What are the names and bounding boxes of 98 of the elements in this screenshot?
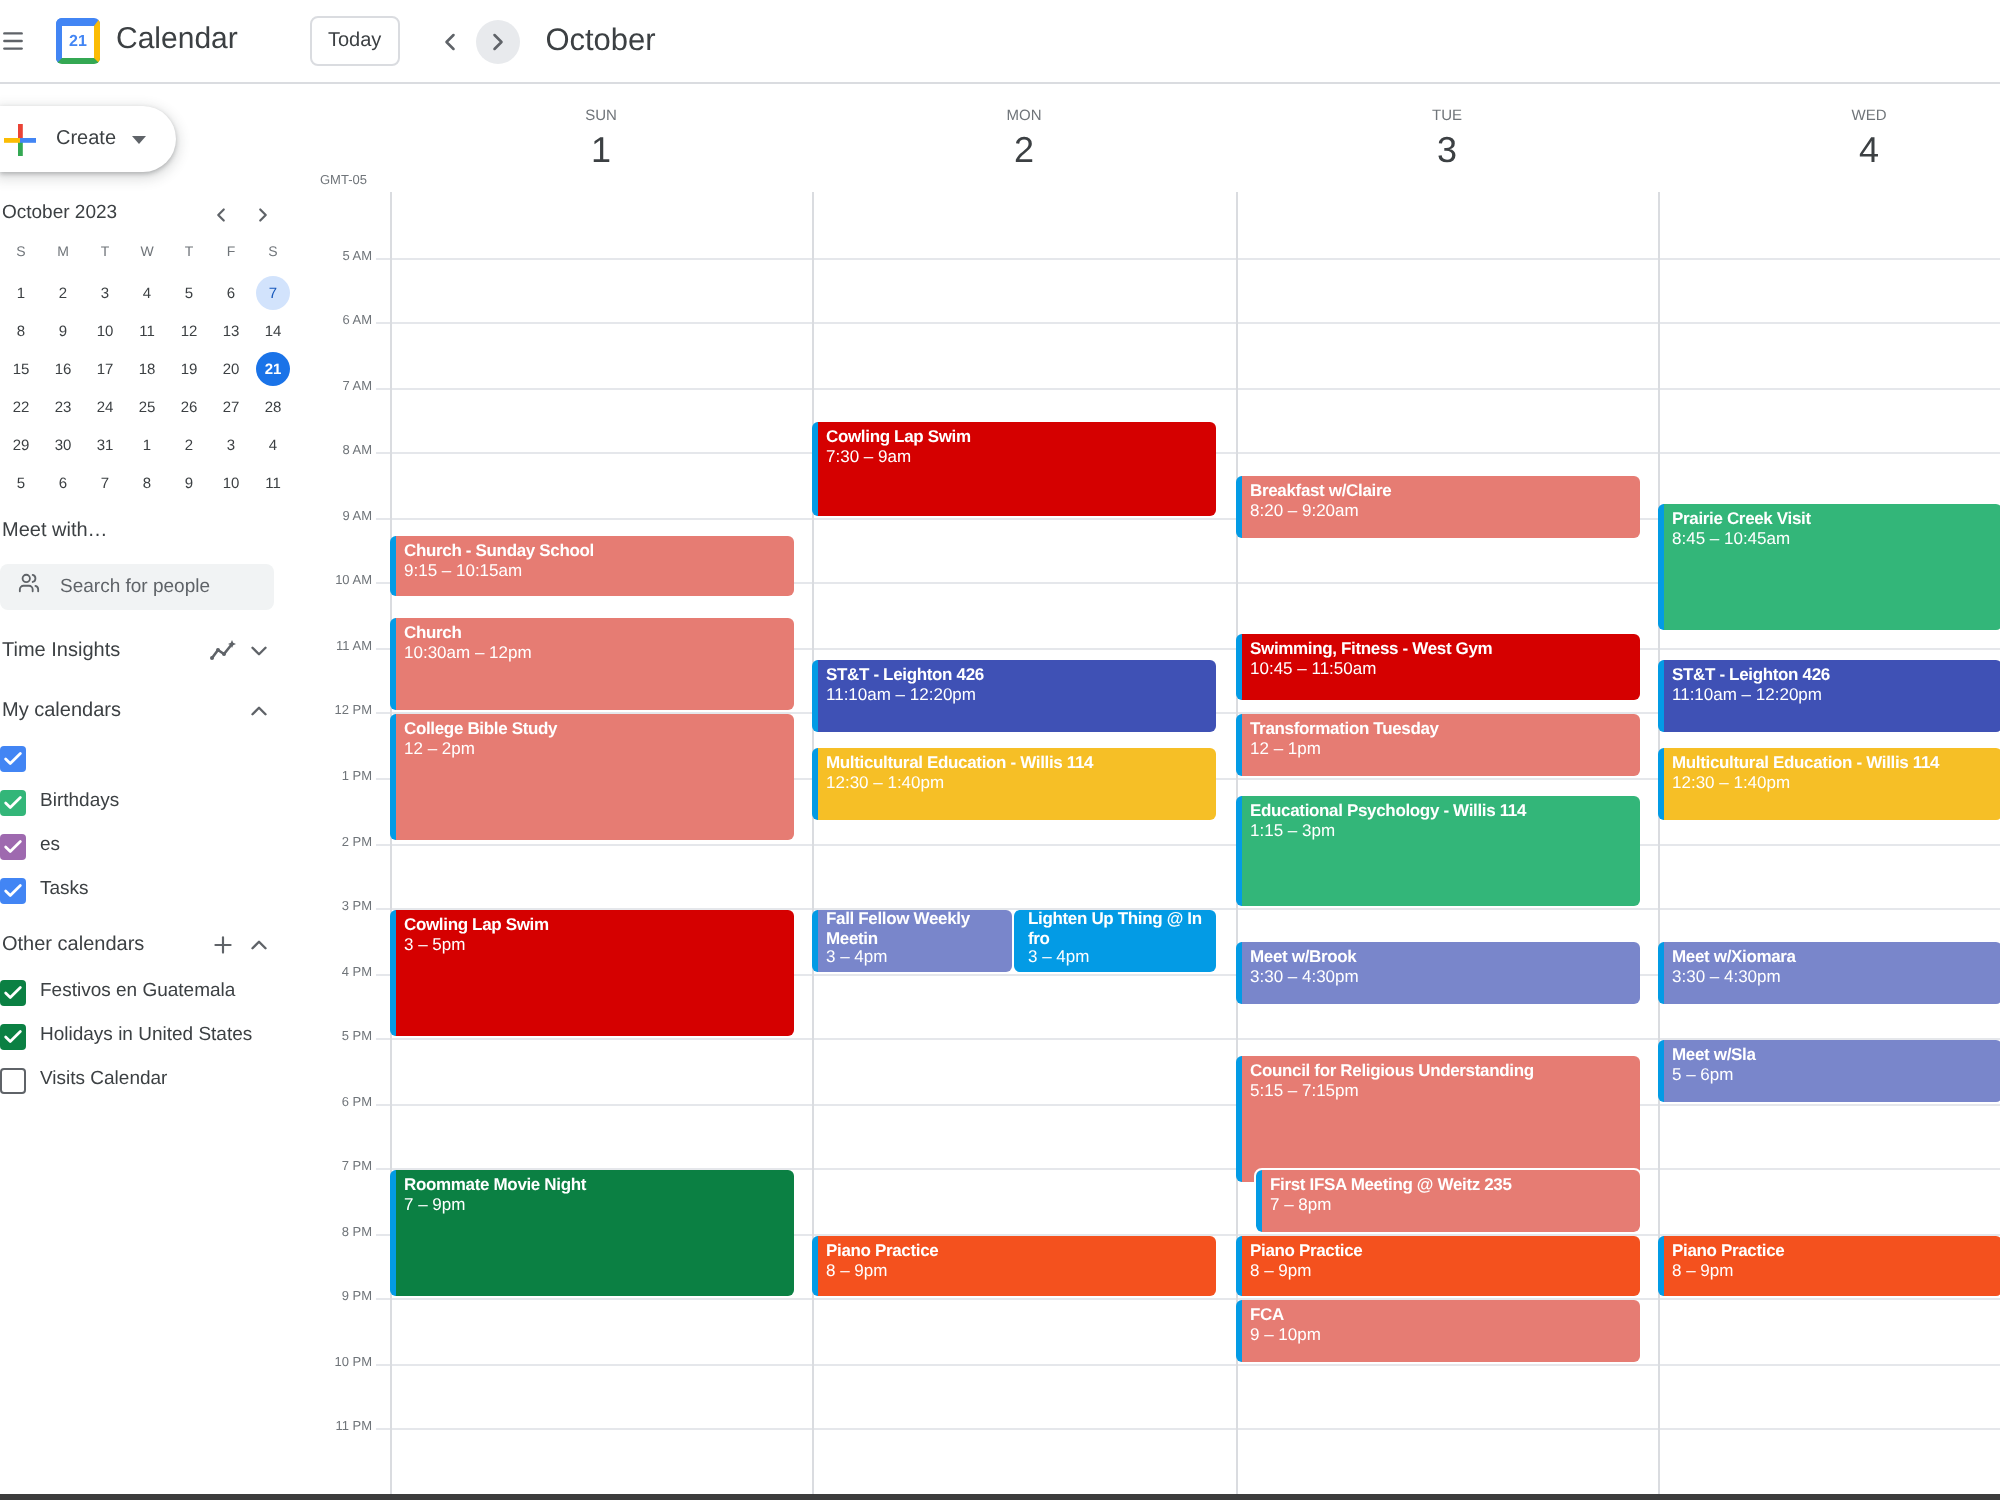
event-title: Piano Practice (826, 1239, 941, 1260)
event-title: Prairie Creek Visit (1672, 507, 1813, 528)
event-title: Swimming, Fitness - West Gym (1250, 637, 1495, 658)
day-number: 3 (1436, 128, 1457, 172)
event-title: Cowling Lap Swim (404, 914, 551, 935)
section-title: Other calendars (0, 931, 145, 959)
event-block[interactable]: ST&T - Leighton 426 11:10am – 12:20pm (812, 660, 1216, 733)
event-title: Meet w/Sla (1672, 1044, 1758, 1065)
event-time: 5:15 – 7:15pm (1250, 1080, 1361, 1101)
calendar-name: Visits Calendar (40, 1065, 168, 1094)
event-time: 7 – 9pm (404, 1194, 468, 1215)
event-title: Cowling Lap Swim (826, 425, 973, 446)
event-title: Meet w/Xiomara (1672, 946, 1798, 967)
calendar-name: Festivos en Guatemala (40, 977, 236, 1006)
checkbox[interactable] (0, 745, 26, 771)
event-time: 11:10am – 12:20pm (826, 684, 978, 705)
event-time: 3 – 4pm (826, 948, 890, 968)
event-time: 7 – 8pm (1270, 1194, 1334, 1215)
event-time: 12:30 – 1:40pm (1672, 771, 1793, 792)
event-title: Meet w/Brook (1250, 946, 1359, 967)
checkbox[interactable] (0, 979, 26, 1005)
caret-icon (132, 135, 147, 143)
event-time: 12 – 2pm (404, 738, 477, 759)
event-title: Piano Practice (1672, 1239, 1787, 1260)
checkmark-icon (2, 791, 24, 813)
checkmark-icon (2, 1025, 24, 1047)
event-title: Roommate Movie Night (404, 1174, 589, 1195)
event-title: Multicultural Education - Willis 114 (1672, 751, 1942, 772)
checkbox[interactable] (0, 877, 26, 903)
event-time: 3 – 5pm (404, 934, 468, 955)
checkmark-icon (2, 879, 24, 901)
event-time: 10:30am – 12pm (404, 641, 534, 662)
event-block[interactable]: ST&T - Leighton 426 11:10am – 12:20pm (1658, 660, 2000, 733)
event-title: Transformation Tuesday (1250, 718, 1441, 739)
event-title: Educational Psychology - Willis 114 (1250, 800, 1529, 821)
event-title: ST&T - Leighton 426 (1672, 664, 1832, 685)
checkmark-icon (2, 747, 24, 769)
event-title: Lighten Up Thing @ In fro (1028, 910, 1204, 949)
day-number: 2 (1013, 128, 1034, 172)
calendar-name: es (40, 831, 61, 860)
event-time: 3:30 – 4:30pm (1672, 966, 1783, 987)
event-time: 5 – 6pm (1672, 1064, 1736, 1085)
colorful-plus-icon (4, 123, 36, 155)
event-title: Breakfast w/Claire (1250, 480, 1394, 501)
create-button[interactable]: Create (0, 106, 176, 172)
event-time: 9:15 – 10:15am (404, 559, 523, 580)
event-title: Fall Fellow Weekly Meetin (826, 910, 972, 949)
checkbox[interactable] (0, 1023, 26, 1049)
calendar-name: Birthdays (40, 787, 120, 816)
event-title: FCA (1250, 1304, 1286, 1325)
event-time: 8 – 9pm (826, 1259, 890, 1280)
next-button[interactable] (475, 19, 520, 63)
event-block[interactable]: Cowling Lap Swim 7:30 – 9am (812, 421, 1216, 516)
period-title: October (545, 21, 656, 62)
event-time: 12:30 – 1:40pm (826, 771, 947, 792)
line-chart-icon[interactable] (210, 639, 236, 661)
event-title: College Bible Study (404, 718, 560, 739)
today-button[interactable]: Today (310, 16, 400, 66)
plus-icon[interactable] (210, 931, 236, 957)
section-title: Time Insights (0, 637, 121, 665)
event-block[interactable]: Cowling Lap Swim 3 – 5pm (390, 910, 794, 1037)
event-time: 1:15 – 3pm (1250, 820, 1338, 841)
checkbox[interactable] (0, 789, 26, 815)
event-time: 3:30 – 4:30pm (1250, 966, 1361, 987)
calendar-name: Holidays in United States (40, 1021, 253, 1050)
day-number: 4 (1858, 128, 1879, 172)
event-time: 10:45 – 11:50am (1250, 657, 1379, 678)
event-time: 8 – 9pm (1250, 1259, 1314, 1280)
event-time: 8:20 – 9:20am (1250, 500, 1361, 521)
app-title: Calendar (116, 20, 238, 61)
section-title: My calendars (0, 697, 121, 725)
checkmark-icon (2, 981, 24, 1003)
day-number: 1 (590, 128, 611, 172)
event-time: 7:30 – 9am (826, 445, 912, 466)
event-title: Church (404, 621, 464, 642)
checkbox[interactable] (0, 833, 26, 859)
event-time: 8 – 9pm (1672, 1259, 1736, 1280)
event-title: ST&T - Leighton 426 (826, 664, 986, 685)
calendar-name: Tasks (40, 875, 89, 904)
event-time: 11:10am – 12:20pm (1672, 684, 1824, 705)
month-title: October 2023 (0, 199, 118, 228)
menu-icon[interactable] (0, 28, 26, 54)
event-time: 12 – 1pm (1250, 738, 1323, 759)
event-title: Church - Sunday School (404, 539, 596, 560)
event-title: Council for Religious Understanding (1250, 1060, 1536, 1081)
event-time: 3 – 4pm (1028, 948, 1092, 968)
app-logo: 21 (56, 18, 100, 64)
checkmark-icon (2, 835, 24, 857)
event-time: 8:45 – 10:45am (1672, 527, 1793, 548)
event-block[interactable]: Swimming, Fitness - West Gym 10:45 – 11:50am (1236, 633, 1640, 700)
people-icon (18, 572, 40, 594)
event-title: Multicultural Education - Willis 114 (826, 751, 1096, 772)
search-field[interactable]: Search for people (0, 564, 274, 610)
checkbox[interactable] (0, 1067, 26, 1093)
section-title: Meet with… (0, 518, 108, 546)
event-time: 9 – 10pm (1250, 1324, 1323, 1345)
event-block[interactable]: Roommate Movie Night 7 – 9pm (390, 1170, 794, 1297)
event-title: Piano Practice (1250, 1239, 1365, 1260)
